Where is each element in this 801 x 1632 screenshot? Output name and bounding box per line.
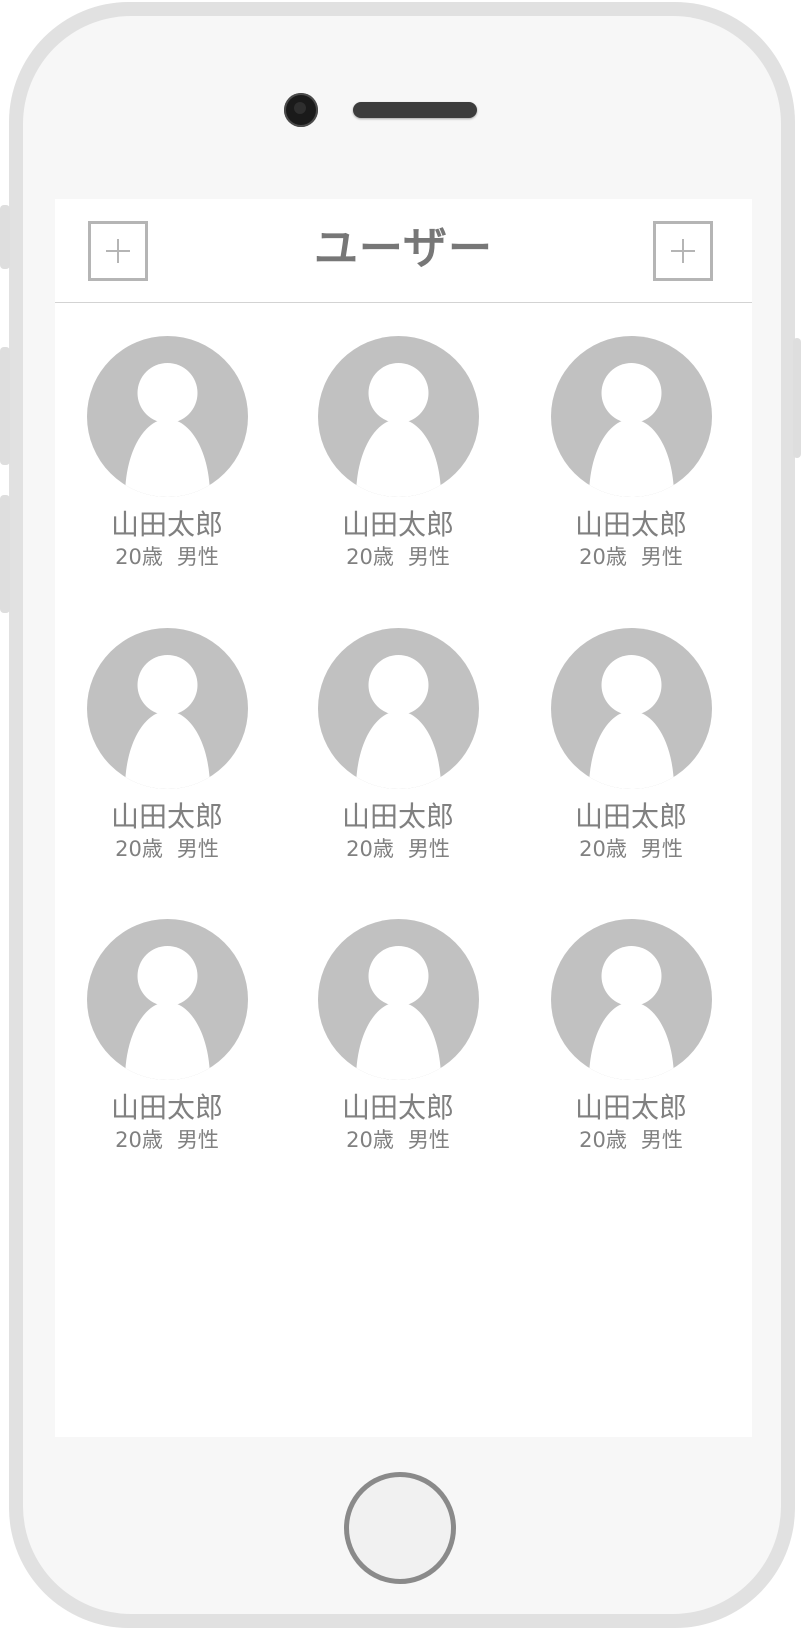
user-gender: 男性 (640, 545, 683, 569)
user-meta: 20歳 男性 (66, 836, 268, 862)
user-meta: 20歳 男性 (530, 1127, 732, 1153)
user-name: 山田太郎 (110, 800, 223, 833)
user-card[interactable]: 山田太郎 20歳 男性 (530, 919, 730, 1159)
user-name: 山田太郎 (341, 800, 454, 833)
user-card[interactable]: 山田太郎 20歳 男性 (530, 336, 730, 576)
earpiece-speaker (353, 102, 477, 118)
user-age: 20歳 (346, 545, 394, 569)
user-name: 山田太郎 (110, 508, 223, 541)
user-name: 山田太郎 (341, 1091, 454, 1124)
user-card[interactable]: 山田太郎 20歳 男性 (297, 336, 497, 576)
user-card[interactable]: 山田太郎 20歳 男性 (297, 919, 497, 1159)
user-grid: 山田太郎 20歳 男性 山田太郎 20歳 男性 山田太郎 20歳 男性 山田太郎 20… (55, 199, 752, 1437)
avatar (87, 336, 248, 497)
user-age: 20歳 (346, 837, 394, 861)
front-camera (284, 93, 318, 127)
person-icon (589, 946, 674, 1080)
user-meta: 20歳 男性 (66, 1127, 268, 1153)
user-age: 20歳 (579, 1128, 627, 1152)
avatar (551, 919, 712, 1080)
user-name: 山田太郎 (341, 508, 454, 541)
user-gender: 男性 (176, 545, 219, 569)
avatar (318, 336, 479, 497)
avatar (551, 336, 712, 497)
power-button (793, 338, 801, 458)
avatar (551, 628, 712, 789)
person-icon (125, 946, 210, 1080)
avatar (318, 628, 479, 789)
user-gender: 男性 (176, 837, 219, 861)
user-age: 20歳 (579, 837, 627, 861)
user-meta: 20歳 男性 (530, 544, 732, 570)
user-name: 山田太郎 (110, 1091, 223, 1124)
user-age: 20歳 (115, 837, 163, 861)
volume-down-button (0, 495, 10, 613)
person-icon (589, 655, 674, 789)
person-icon (356, 946, 441, 1080)
user-meta: 20歳 男性 (297, 1127, 499, 1153)
person-icon (356, 363, 441, 497)
user-card[interactable]: 山田太郎 20歳 男性 (66, 336, 266, 576)
user-card[interactable]: 山田太郎 20歳 男性 (530, 628, 730, 868)
user-gender: 男性 (407, 545, 450, 569)
user-gender: 男性 (640, 837, 683, 861)
user-gender: 男性 (640, 1128, 683, 1152)
user-name: 山田太郎 (574, 800, 687, 833)
avatar (318, 919, 479, 1080)
user-name: 山田太郎 (574, 508, 687, 541)
person-icon (125, 655, 210, 789)
user-meta: 20歳 男性 (66, 544, 268, 570)
person-icon (356, 655, 441, 789)
user-gender: 男性 (407, 1128, 450, 1152)
user-age: 20歳 (346, 1128, 394, 1152)
user-age: 20歳 (579, 545, 627, 569)
user-card[interactable]: 山田太郎 20歳 男性 (297, 628, 497, 868)
user-card[interactable]: 山田太郎 20歳 男性 (66, 919, 266, 1159)
person-icon (589, 363, 674, 497)
user-age: 20歳 (115, 545, 163, 569)
user-gender: 男性 (176, 1128, 219, 1152)
avatar (87, 919, 248, 1080)
user-meta: 20歳 男性 (297, 836, 499, 862)
app-screen: ユーザー 山田太郎 20歳 男性 山田太郎 20歳 男性 山田太郎 20歳 男性… (55, 199, 752, 1437)
user-name: 山田太郎 (574, 1091, 687, 1124)
user-meta: 20歳 男性 (297, 544, 499, 570)
person-icon (125, 363, 210, 497)
user-card[interactable]: 山田太郎 20歳 男性 (66, 628, 266, 868)
home-button[interactable] (344, 1472, 456, 1584)
user-meta: 20歳 男性 (530, 836, 732, 862)
user-age: 20歳 (115, 1128, 163, 1152)
volume-up-button (0, 347, 10, 465)
user-gender: 男性 (407, 837, 450, 861)
mute-switch (0, 205, 10, 269)
avatar (87, 628, 248, 789)
